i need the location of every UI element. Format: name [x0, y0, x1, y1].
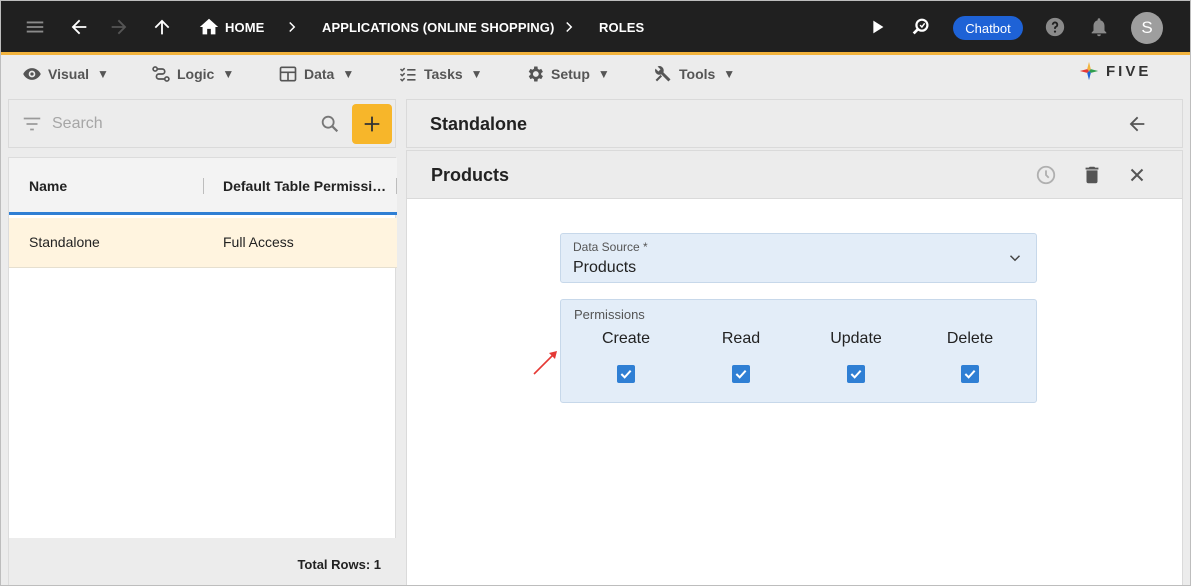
app-window: HOME APPLICATIONS (ONLINE SHOPPING) ROLE… [0, 0, 1191, 586]
breadcrumb-applications[interactable]: APPLICATIONS (ONLINE SHOPPING) [322, 20, 554, 35]
menu-visual[interactable]: Visual ▼ [22, 63, 109, 85]
total-rows: Total Rows: 1 [297, 557, 381, 572]
plus-icon [364, 116, 380, 132]
tools-icon [655, 66, 671, 82]
menu-logic[interactable]: Logic ▼ [151, 63, 234, 85]
notifications-icon[interactable] [1087, 15, 1111, 39]
permission-update-label: Update [830, 330, 882, 347]
permission-update: Update [806, 330, 906, 388]
top-bar: HOME APPLICATIONS (ONLINE SHOPPING) ROLE… [1, 1, 1190, 55]
chevron-right-icon [566, 21, 573, 33]
data-source-select[interactable]: Data Source * Products [560, 233, 1037, 283]
permission-create: Create [576, 330, 676, 388]
back-arrow-icon[interactable] [1125, 112, 1149, 136]
table-icon [279, 66, 297, 82]
data-source-label: Data Source * [573, 240, 648, 254]
chatbot-button[interactable]: Chatbot [953, 16, 1023, 40]
menu-visual-label: Visual [48, 66, 89, 82]
search-icon[interactable] [319, 113, 341, 135]
run-icon[interactable] [865, 15, 889, 39]
chevron-down-icon [1009, 255, 1021, 262]
help-icon[interactable] [1043, 15, 1067, 39]
permissions-group: Permissions Create Read Update Delete [560, 299, 1037, 403]
table-header: Name Default Table Permissions [9, 158, 397, 215]
menu-setup[interactable]: Setup ▼ [525, 63, 610, 85]
chevron-right-icon [289, 21, 296, 33]
permission-read: Read [691, 330, 791, 388]
menu-tools[interactable]: Tools ▼ [653, 63, 735, 85]
annotation-arrow-icon [533, 351, 557, 375]
cell-permission: Full Access [223, 234, 294, 250]
menu-data-label: Data [304, 66, 335, 82]
tasks-icon [399, 67, 416, 82]
caret-icon: ▼ [597, 67, 610, 81]
home-icon[interactable] [197, 15, 221, 39]
menu-data[interactable]: Data ▼ [278, 63, 354, 85]
form-title: Products [431, 165, 510, 185]
menu-logic-label: Logic [177, 66, 215, 82]
column-divider[interactable] [203, 178, 204, 194]
back-icon[interactable] [67, 15, 91, 39]
up-icon[interactable] [150, 15, 174, 39]
five-logo: FIVE [1078, 59, 1168, 83]
permissions-label: Permissions [574, 307, 645, 322]
data-source-value: Products [573, 259, 637, 276]
search-data-icon[interactable] [909, 15, 933, 39]
column-divider[interactable] [396, 178, 397, 194]
logic-icon [152, 66, 170, 82]
menu-tasks[interactable]: Tasks ▼ [398, 63, 483, 85]
menu-tasks-label: Tasks [424, 66, 463, 82]
read-checkbox[interactable] [732, 365, 750, 383]
form-panel: Products Data Source * Products Permissi… [406, 150, 1183, 585]
breadcrumb-roles[interactable]: ROLES [599, 20, 644, 35]
search-input[interactable] [52, 112, 302, 136]
roles-list: Name Default Table Permissions Standalon… [8, 157, 397, 585]
history-icon[interactable] [1034, 163, 1058, 187]
close-icon[interactable] [1125, 163, 1149, 187]
menu-icon[interactable] [23, 15, 47, 39]
forward-icon[interactable] [107, 15, 131, 39]
cell-name: Standalone [29, 234, 100, 250]
menu-tools-label: Tools [679, 66, 716, 82]
search-bar [8, 99, 396, 148]
caret-icon: ▼ [342, 67, 355, 81]
permission-read-label: Read [721, 330, 761, 347]
five-logo-icon [1079, 61, 1099, 81]
menu-setup-label: Setup [551, 66, 590, 82]
table-footer: Total Rows: 1 [9, 538, 397, 585]
create-checkbox[interactable] [617, 365, 635, 383]
delete-checkbox[interactable] [961, 365, 979, 383]
add-button[interactable] [352, 104, 392, 144]
logo-text: FIVE [1106, 62, 1152, 80]
delete-icon[interactable] [1080, 163, 1104, 187]
table-row[interactable]: Standalone Full Access [9, 218, 397, 268]
column-header-name[interactable]: Name [29, 178, 179, 194]
caret-icon: ▼ [723, 67, 736, 81]
menu-bar: Visual ▼ Logic ▼ Data ▼ Tasks ▼ Setup ▼ … [1, 55, 1190, 91]
avatar[interactable]: S [1131, 12, 1163, 44]
permission-delete: Delete [920, 330, 1020, 388]
gear-icon [528, 66, 543, 82]
form-header: Products [407, 151, 1182, 199]
record-header: Standalone [406, 99, 1183, 148]
caret-icon: ▼ [222, 67, 235, 81]
caret-icon: ▼ [97, 67, 109, 81]
filter-icon[interactable] [21, 113, 43, 135]
breadcrumb-home[interactable]: HOME [225, 20, 264, 35]
eye-icon [23, 68, 41, 80]
permission-create-label: Create [601, 330, 651, 347]
caret-icon: ▼ [470, 67, 483, 81]
record-title: Standalone [430, 114, 528, 134]
column-header-permissions[interactable]: Default Table Permissions [223, 178, 389, 194]
update-checkbox[interactable] [847, 365, 865, 383]
permission-delete-label: Delete [946, 330, 994, 347]
